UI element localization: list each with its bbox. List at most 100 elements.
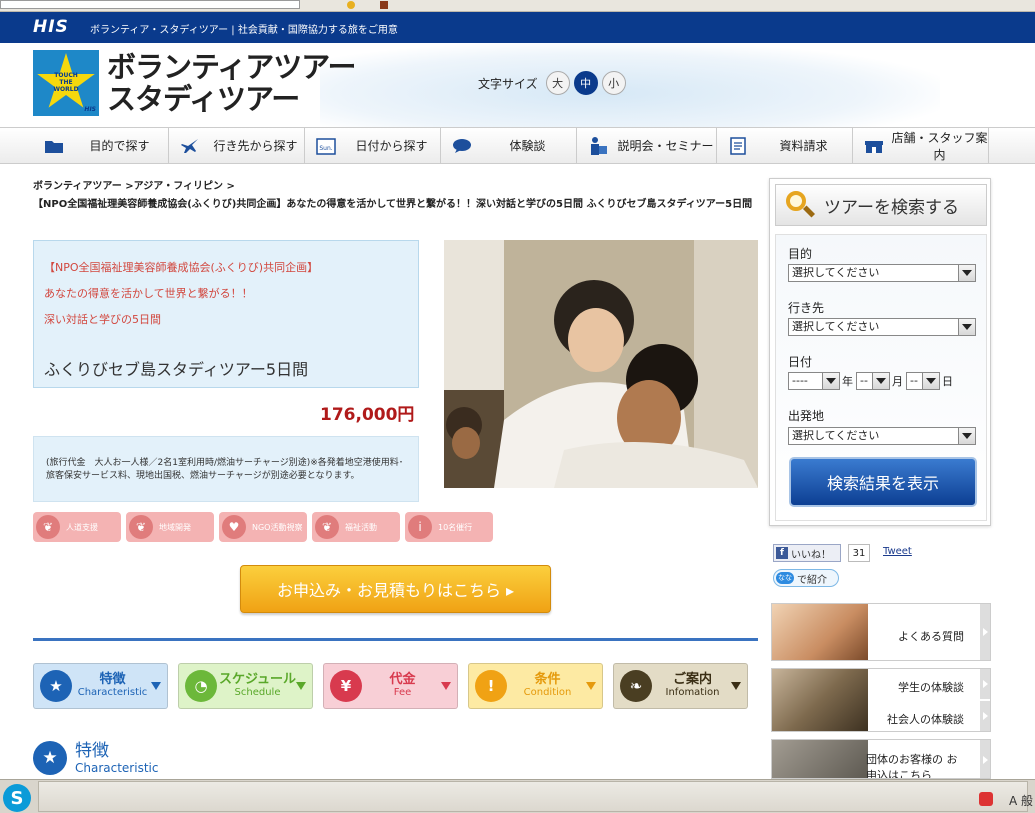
section-divider [33, 638, 758, 641]
departure-label: 出発地 [788, 409, 825, 423]
tweet-link[interactable]: Tweet [883, 546, 912, 557]
font-size-small-button[interactable]: 小 [601, 71, 626, 95]
airplane-icon [179, 137, 201, 155]
touch-the-world-logo[interactable]: TOUCH THE WORLD HIS [33, 50, 99, 116]
browser-toolbar [0, 0, 1035, 12]
tour-price: 176,000円 [320, 405, 415, 425]
chevron-down-icon [958, 319, 975, 335]
chevron-right-icon [980, 669, 990, 699]
svg-text:Sun.: Sun. [319, 145, 332, 152]
date-selectors: ---- 年 -- 月 -- 日 [788, 372, 956, 390]
shop-icon [863, 137, 885, 155]
faq-link[interactable]: よくある質問 [771, 603, 991, 661]
font-size-medium-button[interactable]: 中 [573, 71, 598, 95]
chevron-down-icon [586, 682, 596, 690]
chevron-right-icon [980, 740, 990, 778]
group-thumbnail [772, 740, 868, 778]
tag-min-participants[interactable]: i 10名催行 [405, 512, 493, 542]
world-map-background [320, 43, 940, 127]
leaf-icon: ❦ [36, 515, 60, 539]
exclamation-icon: ! [475, 670, 507, 702]
tag-regional-dev[interactable]: ❦ 地域開発 [126, 512, 214, 542]
faq-thumbnail [772, 604, 868, 660]
purpose-select[interactable]: 選択してください [788, 264, 976, 282]
tray-app-icon[interactable] [979, 792, 993, 806]
tour-search-panel: ツアーを検索する 目的 選択してください 行き先 選択してください 日付 ---… [769, 178, 991, 526]
clock-icon: ◔ [185, 670, 217, 702]
nav-date[interactable]: Sun. 日付から探す [305, 128, 441, 163]
nav-destination-label: 行き先から探す [213, 139, 298, 153]
nav-brochure-label: 資料請求 [779, 139, 828, 153]
day-select[interactable]: -- [906, 372, 940, 390]
ime-indicator[interactable]: A 般 [1009, 792, 1033, 809]
brand-title[interactable]: ボランティアツアー スタディツアー [107, 51, 357, 115]
nav-seminar[interactable]: 説明会・セミナー [577, 128, 717, 163]
chevron-down-icon [441, 682, 451, 690]
month-select[interactable]: -- [856, 372, 890, 390]
experience-links: 学生の体験談 社会人の体験談 [771, 668, 991, 732]
departure-select[interactable]: 選択してください [788, 427, 976, 445]
student-experience-link[interactable]: 学生の体験談 [898, 679, 964, 695]
section-heading-characteristic: ★ 特徴 Characteristic [33, 741, 158, 775]
tour-name: ふくりびセブ島スタディツアー5日間 [44, 360, 309, 379]
date-label: 日付 [788, 355, 813, 369]
person-icon: i [408, 515, 432, 539]
tour-tags: ❦ 人道支援 ❦ 地域開発 ♥ NGO活動視察 ❦ 福祉活動 i 10名催行 [33, 512, 493, 542]
nav-purpose[interactable]: 目的で探す [33, 128, 169, 163]
logo-his-mark: HIS [84, 106, 96, 113]
photo-illustration [444, 240, 758, 488]
his-top-bar: HIS ボランティア・スタディツアー | 社会貢献・国際協力する旅をご用意 [0, 12, 1035, 43]
tab-condition[interactable]: ! 条件 Condition [468, 663, 603, 709]
star-icon: ★ [33, 741, 67, 775]
font-size-label: 文字サイズ [478, 76, 538, 91]
search-panel-title: ツアーを検索する [824, 197, 959, 218]
group-apply-label: 団体のお客様の お申込はこちら [866, 753, 958, 779]
tab-information[interactable]: ❧ ご案内 Infomation [613, 663, 748, 709]
tag-ngo[interactable]: ♥ NGO活動視察 [219, 512, 307, 542]
apply-button[interactable]: お申込み・お見積もりはこちら ▸ [240, 565, 551, 613]
chevron-down-icon [872, 373, 889, 389]
purpose-label: 目的 [788, 247, 813, 261]
leaf-icon: ❦ [129, 515, 153, 539]
site-header: TOUCH THE WORLD HIS ボランティアツアー スタディツアー 文字… [0, 43, 1035, 127]
chevron-right-icon [980, 604, 990, 660]
presenter-icon [587, 136, 609, 155]
tab-fee[interactable]: ¥ 代金 Fee [323, 663, 458, 709]
address-bar[interactable] [0, 0, 300, 9]
facebook-like-button[interactable]: f いいね！ [773, 544, 841, 562]
nav-stores[interactable]: 店舗・スタッフ案内 [853, 128, 989, 163]
price-note: (旅行代金 大人お一人様／2名1室利用時/燃油サーチャージ別途)※各発着地空港使… [33, 436, 419, 502]
adult-experience-link[interactable]: 社会人の体験談 [887, 711, 964, 727]
tab-characteristic[interactable]: ★ 特徴 Characteristic [33, 663, 168, 709]
chevron-down-icon [296, 682, 306, 690]
faq-link-label: よくある質問 [898, 630, 964, 643]
tag-welfare[interactable]: ❦ 福祉活動 [312, 512, 400, 542]
nav-brochure[interactable]: 資料請求 [717, 128, 853, 163]
skype-icon[interactable]: S [3, 784, 31, 812]
magnifier-icon [784, 189, 816, 221]
breadcrumb-current: 【NPO全国福祉理美容師養成協会(ふくりび)共同企画】あなたの得意を活かして世界… [33, 199, 753, 210]
chevron-right-icon [980, 701, 990, 731]
search-submit-button[interactable]: 検索結果を表示 [789, 457, 977, 507]
logo-badge-text: TOUCH THE WORLD [53, 72, 79, 93]
nana-share-button[interactable]: なな で紹介 [773, 569, 839, 587]
browser-favicon-icon[interactable] [347, 1, 355, 9]
chevron-down-icon [822, 373, 839, 389]
taskbar: S A 般 [0, 779, 1035, 813]
destination-select[interactable]: 選択してください [788, 318, 976, 336]
group-apply-link[interactable]: 団体のお客様の お申込はこちら [771, 739, 991, 779]
site-tagline: ボランティア・スタディツアー | 社会貢献・国際協力する旅をご用意 [90, 25, 398, 36]
tab-schedule[interactable]: ◔ スケジュール Schedule [178, 663, 313, 709]
browser-tab-icon[interactable] [380, 1, 388, 9]
tag-humanitarian[interactable]: ❦ 人道支援 [33, 512, 121, 542]
taskbar-window-button[interactable] [38, 781, 1028, 812]
breadcrumb-path-link[interactable]: ボランティアツアー >アジア・フィリピン > [33, 181, 235, 192]
his-logo[interactable]: HIS [33, 17, 69, 37]
month-unit: 月 [892, 375, 903, 388]
nav-experience[interactable]: 体験談 [441, 128, 577, 163]
nav-destination[interactable]: 行き先から探す [169, 128, 305, 163]
browser-window: HIS ボランティア・スタディツアー | 社会貢献・国際協力する旅をご用意 TO… [0, 0, 1035, 813]
heart-icon: ♥ [222, 515, 246, 539]
year-select[interactable]: ---- [788, 372, 840, 390]
font-size-large-button[interactable]: 大 [545, 71, 570, 95]
